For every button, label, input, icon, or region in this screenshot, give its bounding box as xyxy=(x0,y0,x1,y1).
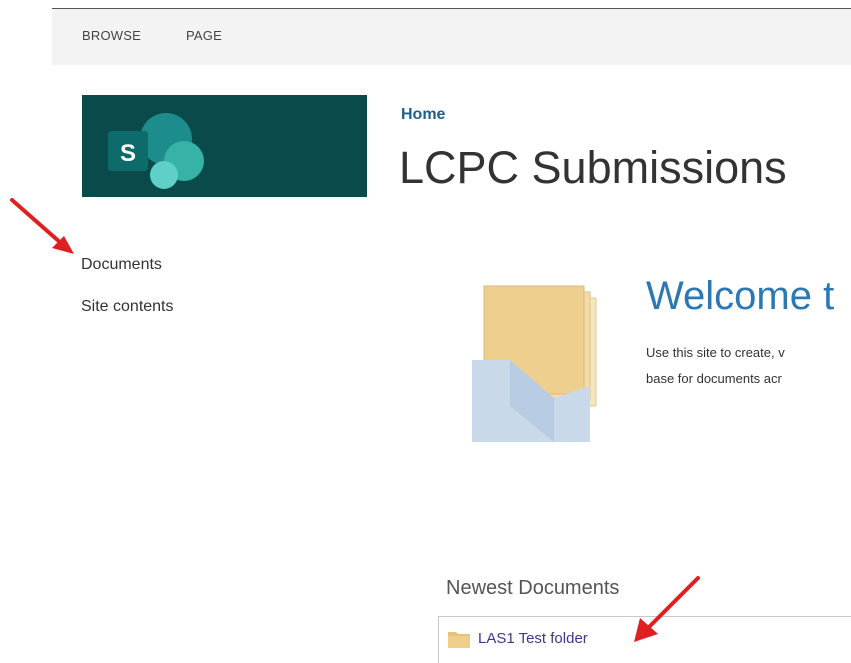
red-arrow-icon xyxy=(10,198,74,254)
site-logo[interactable]: S xyxy=(82,95,367,197)
breadcrumb-home[interactable]: Home xyxy=(401,106,445,124)
tab-page[interactable]: PAGE xyxy=(186,28,222,43)
welcome-title: Welcome t xyxy=(646,274,835,318)
welcome-text-line-2: base for documents acr xyxy=(646,371,782,386)
newest-documents-title: Newest Documents xyxy=(446,577,620,599)
red-arrow-icon xyxy=(634,576,700,642)
nav-site-contents[interactable]: Site contents xyxy=(81,298,174,316)
ribbon-bar xyxy=(52,9,851,65)
sharepoint-logo-icon: S xyxy=(108,113,204,189)
folder-icon xyxy=(448,632,470,648)
documents-illustration-icon xyxy=(472,285,597,442)
nav-documents[interactable]: Documents xyxy=(81,256,162,274)
page-title: LCPC Submissions xyxy=(399,142,787,193)
tab-browse[interactable]: BROWSE xyxy=(82,28,141,43)
document-link[interactable]: LAS1 Test folder xyxy=(478,630,588,647)
welcome-text-line-1: Use this site to create, v xyxy=(646,345,785,360)
logo-letter: S xyxy=(120,140,136,167)
